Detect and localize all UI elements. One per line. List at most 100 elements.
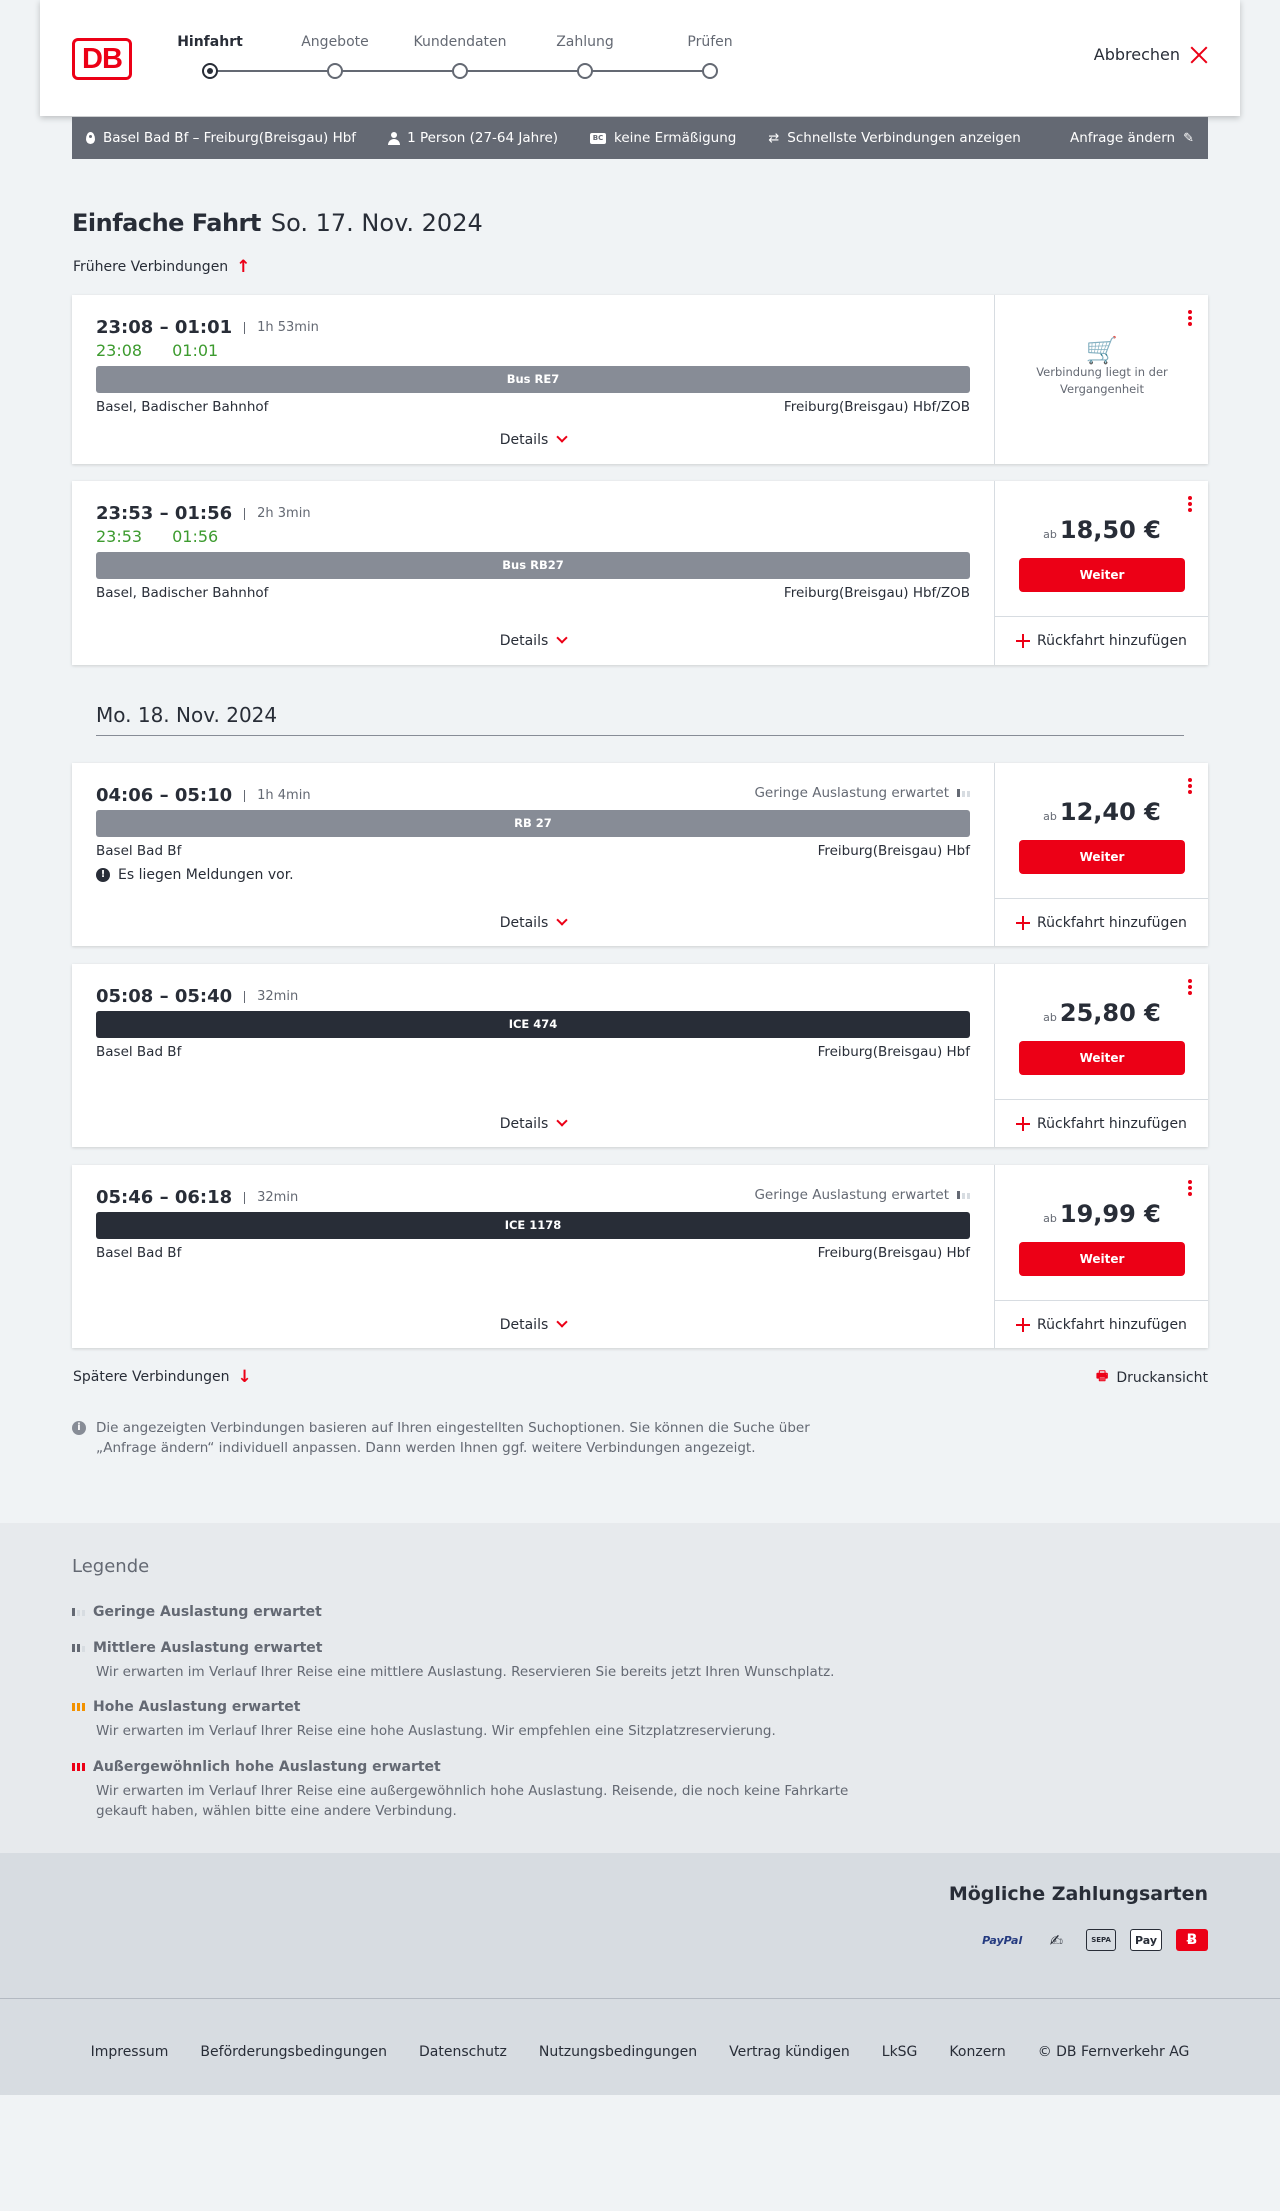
footer-link-befoerderungsbedingungen[interactable]: Beförderungsbedingungen [200,2044,387,2060]
arrow-down-icon: ↓ [237,1367,252,1387]
price: ab 19,99 € [995,1200,1209,1228]
price-prefix: ab [1043,1011,1057,1024]
payment-section: Mögliche Zahlungsarten PayPal ✍ SEPA Pay… [0,1853,1280,1998]
footer-link-datenschutz[interactable]: Datenschutz [419,2044,507,2060]
alert-icon: ! [96,868,110,882]
details-toggle[interactable]: Details [72,1115,994,1132]
departure-station: Basel Bad Bf [96,1245,182,1261]
time-range: 04:06 – 05:10 [96,785,233,806]
plus-icon [1016,1117,1031,1131]
continue-button[interactable]: Weiter [1019,840,1185,874]
footer-link-impressum[interactable]: Impressum [91,2044,169,2060]
info-icon: i [72,1421,86,1435]
info-note: i Die angezeigten Verbindungen basieren a… [72,1418,872,1458]
train-bar[interactable]: ICE 1178 [96,1212,970,1239]
add-return-button[interactable]: Rückfahrt hinzufügen [995,898,1208,946]
occupancy-indicator: Geringe Auslastung erwartet [754,1187,970,1203]
footer-link-lksg[interactable]: LkSG [882,2044,918,2060]
later-connections-label: Spätere Verbindungen [73,1369,230,1385]
price-value: 25,80 € [1059,999,1161,1027]
add-return-button[interactable]: Rückfahrt hinzufügen [995,616,1208,664]
continue-button[interactable]: Weiter [1019,1242,1185,1276]
print-view-link[interactable]: 🖶 Druckansicht [1096,1367,1208,1389]
close-icon [1190,46,1208,64]
message-text: Es liegen Meldungen vor. [118,867,294,883]
page-title-main: Einfache Fahrt [72,209,261,237]
swap-arrows-icon: ⇄ [768,130,780,146]
price-value: 12,40 € [1059,798,1161,826]
more-options-icon[interactable] [1188,979,1192,995]
stations: Basel Bad Bf Freiburg(Breisgau) Hbf [96,843,970,859]
continue-button[interactable]: Weiter [1019,558,1185,592]
add-return-label: Rückfahrt hinzufügen [1037,914,1187,931]
footer-links: Impressum Beförderungsbedingungen Datens… [0,2044,1280,2060]
step-pruefen: Prüfen [687,34,733,50]
details-toggle[interactable]: Details [72,632,994,649]
query-travellers: 1 Person (27-64 Jahre) [407,130,559,146]
occupancy-medium-icon [72,1644,85,1652]
stations: Basel Bad Bf Freiburg(Breisgau) Hbf [96,1245,970,1261]
footer-link-nutzungsbedingungen[interactable]: Nutzungsbedingungen [539,2044,697,2060]
connection-card: 05:46 – 06:18 32min Geringe Auslastung er… [72,1165,1208,1348]
details-label: Details [499,1317,549,1333]
details-label: Details [499,633,549,649]
occupancy-extreme-icon [72,1763,85,1771]
duration: 1h 53min [244,321,319,334]
footer-link-konzern[interactable]: Konzern [949,2044,1005,2060]
arrival-station: Freiburg(Breisgau) Hbf [817,1245,970,1261]
legend-item-title: Außergewöhnlich hohe Auslastung erwartet [93,1759,441,1775]
realtime-departure: 23:53 [96,527,143,546]
realtime: 23:53 01:56 [96,527,248,546]
arrival-station: Freiburg(Breisgau) Hbf [817,1044,970,1060]
earlier-connections-link[interactable]: Frühere Verbindungen ↑ [73,257,250,277]
disruption-message[interactable]: ! Es liegen Meldungen vor. [96,867,294,883]
stations: Basel, Badischer Bahnhof Freiburg(Breisga… [96,399,970,415]
duration: 32min [244,990,298,1003]
price-prefix: ab [1043,1212,1057,1225]
footer-link-vertrag-kuendigen[interactable]: Vertrag kündigen [729,2044,850,2060]
more-options-icon[interactable] [1188,496,1192,512]
cancel-button[interactable]: Abbrechen [1094,45,1208,64]
change-query-button[interactable]: Anfrage ändern ✎ [1070,130,1194,146]
more-options-icon[interactable] [1188,1180,1192,1196]
price: ab 25,80 € [995,999,1209,1027]
duration: 32min [244,1191,298,1204]
departure-station: Basel Bad Bf [96,843,182,859]
step-dot [327,63,343,79]
departure-station: Basel Bad Bf [96,1044,182,1060]
occupancy-low-icon [957,1191,970,1199]
more-options-icon[interactable] [1188,778,1192,794]
train-bar[interactable]: RB 27 [96,810,970,837]
legend-item-desc: Wir erwarten im Verlauf Ihrer Reise eine… [96,1723,776,1739]
add-return-button[interactable]: Rückfahrt hinzufügen [995,1300,1208,1348]
print-view-label: Druckansicht [1116,1370,1208,1386]
details-toggle[interactable]: Details [72,914,994,931]
train-bar[interactable]: Bus RE7 [96,366,970,393]
person-icon [388,131,401,145]
step-dot [452,63,468,79]
train-bar[interactable]: Bus RB27 [96,552,970,579]
train-bar[interactable]: ICE 474 [96,1011,970,1038]
details-toggle[interactable]: Details [72,431,994,448]
price: ab 18,50 € [995,516,1209,544]
printer-icon: 🖶 [1096,1369,1109,1384]
apple-pay-icon: Pay [1129,1929,1162,1951]
page-title-date: So. 17. Nov. 2024 [270,209,483,237]
location-pin-icon [86,132,95,144]
sepa-icon: SEPA [1086,1929,1116,1951]
db-logo[interactable]: DB [72,38,132,80]
footer: Impressum Beförderungsbedingungen Datens… [0,1998,1280,2095]
continue-button[interactable]: Weiter [1019,1041,1185,1075]
legend-item-desc: Wir erwarten im Verlauf Ihrer Reise eine… [96,1783,849,1819]
connection-card: 05:08 – 05:40 32min ICE 474 Basel Bad Bf F… [72,964,1208,1147]
legend-item-desc: Wir erwarten im Verlauf Ihrer Reise eine… [96,1664,835,1680]
details-toggle[interactable]: Details [72,1316,994,1333]
plus-icon [1016,1318,1031,1332]
later-connections-link[interactable]: Spätere Verbindungen ↓ [73,1367,252,1387]
more-options-icon[interactable] [1188,310,1192,326]
price-value: 18,50 € [1059,516,1161,544]
details-label: Details [499,1116,549,1132]
payment-methods: PayPal ✍ SEPA Pay Ƀ [978,1929,1208,1951]
add-return-button[interactable]: Rückfahrt hinzufügen [995,1099,1208,1147]
plus-icon [1016,916,1031,930]
